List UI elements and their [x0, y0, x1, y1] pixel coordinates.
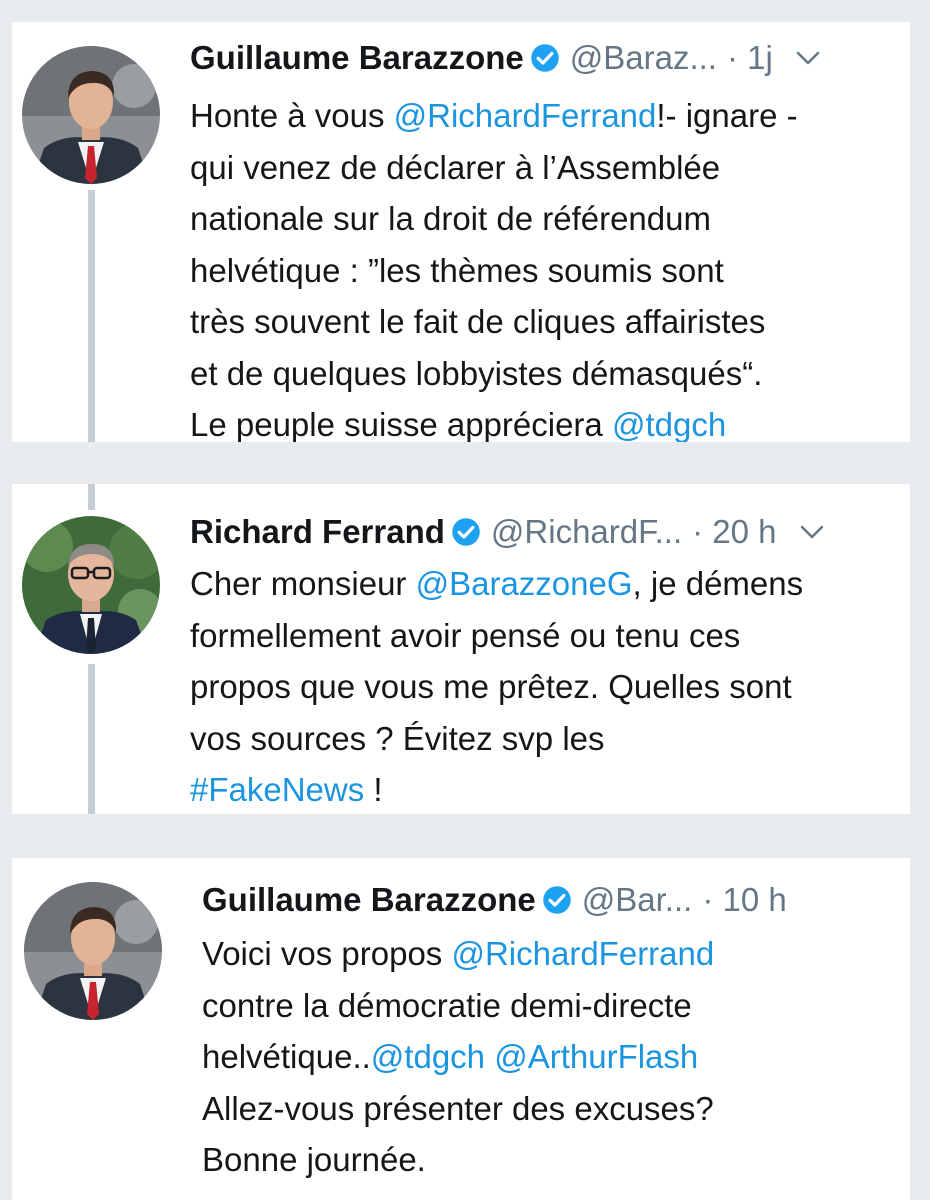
tweet-text-segment: propos que vous me prêtez. Quelles sont — [190, 668, 792, 705]
tweet-text-line: Cher monsieur @BarazzoneG, je démens — [190, 558, 803, 610]
verified-badge-icon — [530, 43, 560, 73]
tweet-text: Voici vos propos @RichardFerrand contre l… — [202, 928, 714, 1186]
tweet-text-line: Allez-vous présenter des excuses? — [202, 1083, 714, 1135]
tweet-text-segment: helvétique : ”les thèmes soumis sont — [190, 251, 724, 289]
tweet-text-segment: ! — [364, 771, 383, 808]
tweet-text-segment: Allez-vous présenter des excuses? — [202, 1089, 714, 1127]
tweet-text-line: Honte à vous @RichardFerrand!- ignare - — [190, 90, 798, 142]
author-handle[interactable]: @RichardF... — [491, 513, 682, 551]
author-name[interactable]: Guillaume Barazzone — [202, 881, 536, 919]
author-name[interactable]: Guillaume Barazzone — [190, 39, 524, 77]
tweet-header: Richard Ferrand @RichardF... · 20 h — [190, 508, 825, 556]
thread-line — [88, 664, 95, 814]
tweet-text: Cher monsieur @BarazzoneG, je démens form… — [190, 558, 803, 814]
tweet-text-line: Le peuple suisse appréciera @tdgch — [190, 399, 798, 442]
tweet-text-segment — [485, 1038, 494, 1075]
tweet-text-line: très souvent le fait de cliques affairis… — [190, 296, 798, 348]
avatar[interactable] — [24, 882, 162, 1020]
tweet-text-line: vos sources ? Évitez svp les — [190, 713, 803, 765]
tweet-text-segment: , je démens — [632, 565, 804, 602]
tweet-text-segment: !- ignare - — [656, 97, 798, 134]
tweet-text-line: propos que vous me prêtez. Quelles sont — [190, 661, 803, 713]
tweet-1[interactable]: Guillaume Barazzone @Baraz... · 1j Honte… — [12, 22, 910, 442]
author-name[interactable]: Richard Ferrand — [190, 513, 445, 551]
thread-line — [88, 190, 95, 442]
tweet-text-segment: et de quelques lobbyistes démasqués“. — [190, 354, 763, 392]
tweet-text-line: contre la démocratie demi-directe — [202, 980, 714, 1032]
tweet-text-line: helvétique..@tdgch @ArthurFlash — [202, 1031, 714, 1083]
tweet-text-line: Voici vos propos @RichardFerrand — [202, 928, 714, 980]
tweet-3[interactable]: Guillaume Barazzone @Bar... · 10 h Voici… — [12, 858, 910, 1200]
tweet-header: Guillaume Barazzone @Baraz... · 1j — [190, 34, 821, 82]
tweet-text-segment: contre la démocratie demi-directe — [202, 986, 692, 1024]
author-handle[interactable]: @Bar... — [582, 881, 693, 919]
mention-link[interactable]: @BarazzoneG — [416, 565, 633, 602]
tweet-header: Guillaume Barazzone @Bar... · 10 h — [202, 876, 787, 924]
tweet-text-segment: formellement avoir pensé ou tenu ces — [190, 616, 741, 654]
thread-line — [88, 484, 95, 510]
tweet-text-line: #FakeNews ! — [190, 764, 803, 814]
tweet-text-segment: nationale sur la droit de référendum — [190, 200, 711, 237]
tweet-text-line: formellement avoir pensé ou tenu ces — [190, 610, 803, 662]
tweet-text-segment: Cher monsieur — [190, 565, 416, 602]
avatar[interactable] — [22, 516, 160, 654]
author-handle[interactable]: @Baraz... — [570, 39, 717, 77]
tweet-text: Honte à vous @RichardFerrand!- ignare - q… — [190, 90, 798, 442]
mention-link[interactable]: @tdgch — [612, 406, 726, 442]
tweet-text-segment: Bonne journée. — [202, 1141, 426, 1178]
timestamp[interactable]: · 10 h — [702, 881, 786, 919]
tweet-text-line: qui venez de déclarer à l’Assemblée — [190, 142, 798, 194]
mention-link[interactable]: @tdgch — [371, 1038, 485, 1075]
avatar[interactable] — [22, 46, 160, 184]
chevron-down-icon[interactable] — [799, 523, 825, 541]
timestamp[interactable]: · 1j — [727, 39, 773, 77]
mention-link[interactable]: @RichardFerrand — [394, 97, 657, 134]
hashtag-link[interactable]: #FakeNews — [190, 771, 364, 808]
tweet-text-line: helvétique : ”les thèmes soumis sont — [190, 245, 798, 297]
timestamp[interactable]: · 20 h — [692, 513, 776, 551]
verified-badge-icon — [451, 517, 481, 547]
tweet-text-segment: Voici vos propos — [202, 935, 452, 972]
mention-link[interactable]: @ArthurFlash — [494, 1038, 698, 1075]
tweet-text-segment: très souvent le fait de cliques affairis… — [190, 303, 766, 340]
tweet-text-segment: vos sources ? Évitez svp les — [190, 719, 605, 757]
tweet-text-segment: qui venez de déclarer à l’Assemblée — [190, 148, 721, 186]
tweet-text-segment: Honte à vous — [190, 97, 394, 134]
mention-link[interactable]: @RichardFerrand — [451, 935, 714, 972]
tweet-2[interactable]: Richard Ferrand @RichardF... · 20 h Cher… — [12, 484, 910, 814]
tweet-text-line: et de quelques lobbyistes démasqués“. — [190, 348, 798, 400]
tweet-text-line: nationale sur la droit de référendum — [190, 193, 798, 245]
tweet-text-line: Bonne journée. — [202, 1134, 714, 1186]
chevron-down-icon[interactable] — [795, 49, 821, 67]
verified-badge-icon — [542, 885, 572, 915]
tweet-text-segment: helvétique.. — [202, 1038, 371, 1075]
tweet-text-segment: Le peuple suisse appréciera — [190, 406, 612, 442]
